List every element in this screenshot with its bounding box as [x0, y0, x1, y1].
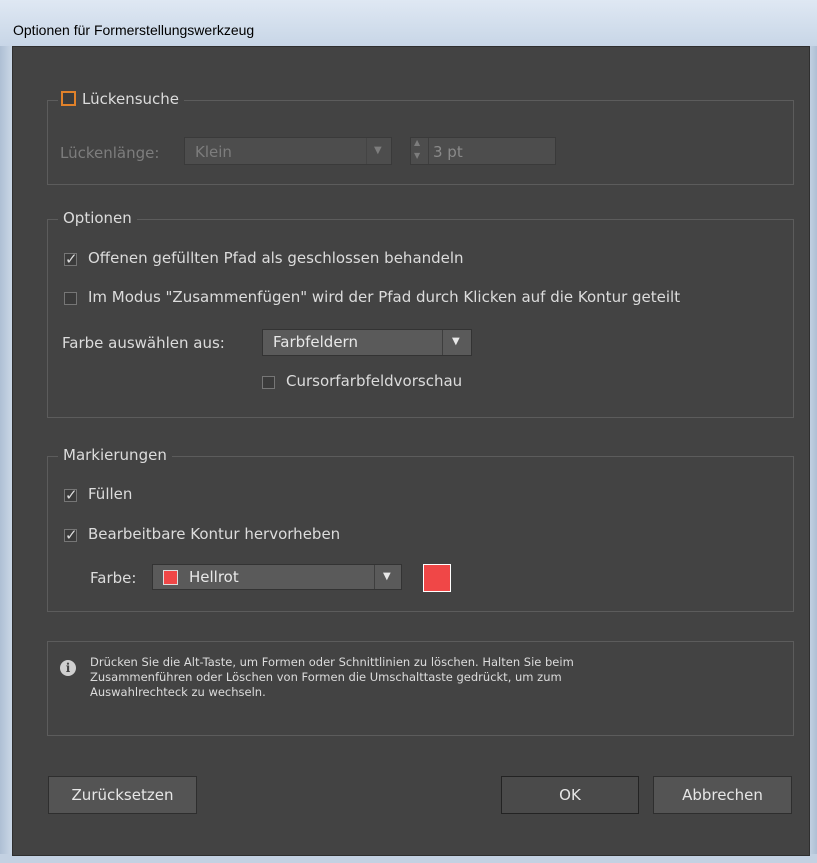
editable-stroke-checkbox[interactable]: ✓ — [64, 526, 78, 544]
info-text: Drücken Sie die Alt-Taste, um Formen ode… — [90, 655, 574, 700]
gap-detection-legend: Lückensuche — [58, 90, 185, 108]
title-bar: Optionen für Formerstellungswerkzeug — [0, 0, 817, 46]
info-line: Drücken Sie die Alt-Taste, um Formen ode… — [90, 655, 574, 669]
checkmark-icon: ✓ — [65, 526, 78, 544]
color-source-dropdown[interactable]: Farbfeldern ▼ — [262, 329, 472, 356]
cancel-button-label: Abbrechen — [682, 786, 763, 804]
highlight-color-swatch[interactable] — [423, 564, 451, 592]
highlight-color-label: Farbe: — [90, 569, 137, 587]
editable-stroke-label: Bearbeitbare Kontur hervorheben — [88, 525, 341, 543]
info-line: Zusammenführen oder Löschen von Formen d… — [90, 670, 562, 684]
highlight-group: Markierungen ✓ Füllen ✓ Bearbeitbare Kon… — [47, 446, 794, 612]
highlight-color-dropdown-arrow[interactable]: ▼ — [374, 565, 401, 589]
merge-mode-label: Im Modus "Zusammenfügen" wird der Pfad d… — [88, 288, 681, 306]
dialog-window: Optionen für Formerstellungswerkzeug Lüc… — [0, 0, 817, 863]
stepper-up-icon[interactable]: ▲ — [414, 138, 420, 147]
chevron-down-icon: ▼ — [383, 571, 391, 582]
cursor-preview-label: Cursorfarbfeldvorschau — [286, 372, 463, 390]
ok-button-label: OK — [559, 786, 581, 804]
dialog-body: Lückensuche Lückenlänge: Klein ▼ ▲ ▼ 3 p… — [12, 46, 810, 856]
ok-button[interactable]: OK — [501, 776, 639, 814]
merge-mode-checkbox[interactable] — [64, 292, 77, 305]
options-group: Optionen ✓ Offenen gefüllten Pfad als ge… — [47, 209, 794, 418]
gap-size-value: 3 pt — [433, 143, 463, 161]
color-source-dropdown-arrow[interactable]: ▼ — [442, 330, 471, 355]
gap-detection-label: Lückensuche — [82, 90, 180, 108]
fill-label: Füllen — [88, 485, 133, 503]
gap-size-stepper[interactable]: ▲ ▼ 3 pt — [410, 137, 556, 165]
chevron-down-icon: ▼ — [374, 145, 382, 156]
color-chip-icon — [163, 570, 178, 585]
checkmark-icon: ✓ — [65, 250, 78, 268]
highlight-color-value: Hellrot — [189, 568, 239, 586]
fill-checkbox[interactable]: ✓ — [64, 486, 78, 504]
highlight-color-dropdown[interactable]: Hellrot ▼ — [152, 564, 402, 590]
reset-button-label: Zurücksetzen — [71, 786, 174, 804]
color-source-value: Farbfeldern — [273, 333, 358, 351]
stepper-arrows[interactable]: ▲ ▼ — [411, 138, 429, 164]
gap-length-value: Klein — [195, 143, 232, 161]
info-icon: i — [60, 660, 76, 676]
info-line: Auswahlrechteck zu wechseln. — [90, 685, 266, 699]
window-frame-left — [0, 46, 12, 854]
gap-detection-checkbox[interactable] — [61, 91, 76, 106]
highlight-legend: Markierungen — [58, 446, 172, 464]
color-source-label: Farbe auswählen aus: — [62, 334, 225, 352]
gap-length-dropdown[interactable]: Klein ▼ — [184, 137, 392, 165]
open-path-label: Offenen gefüllten Pfad als geschlossen b… — [88, 249, 464, 267]
gap-length-dropdown-arrow[interactable]: ▼ — [366, 138, 391, 164]
gap-length-label: Lückenlänge: — [60, 144, 160, 162]
gap-detection-group: Lückensuche Lückenlänge: Klein ▼ ▲ ▼ 3 p… — [47, 90, 794, 185]
checkmark-icon: ✓ — [65, 486, 78, 504]
window-title: Optionen für Formerstellungswerkzeug — [13, 22, 255, 38]
cursor-preview-checkbox[interactable] — [262, 376, 275, 389]
stepper-down-icon[interactable]: ▼ — [414, 151, 420, 160]
info-panel: i Drücken Sie die Alt-Taste, um Formen o… — [47, 641, 794, 736]
chevron-down-icon: ▼ — [452, 336, 460, 347]
reset-button[interactable]: Zurücksetzen — [48, 776, 197, 814]
options-legend: Optionen — [58, 209, 137, 227]
open-path-checkbox[interactable]: ✓ — [64, 250, 78, 268]
cancel-button[interactable]: Abbrechen — [653, 776, 792, 814]
